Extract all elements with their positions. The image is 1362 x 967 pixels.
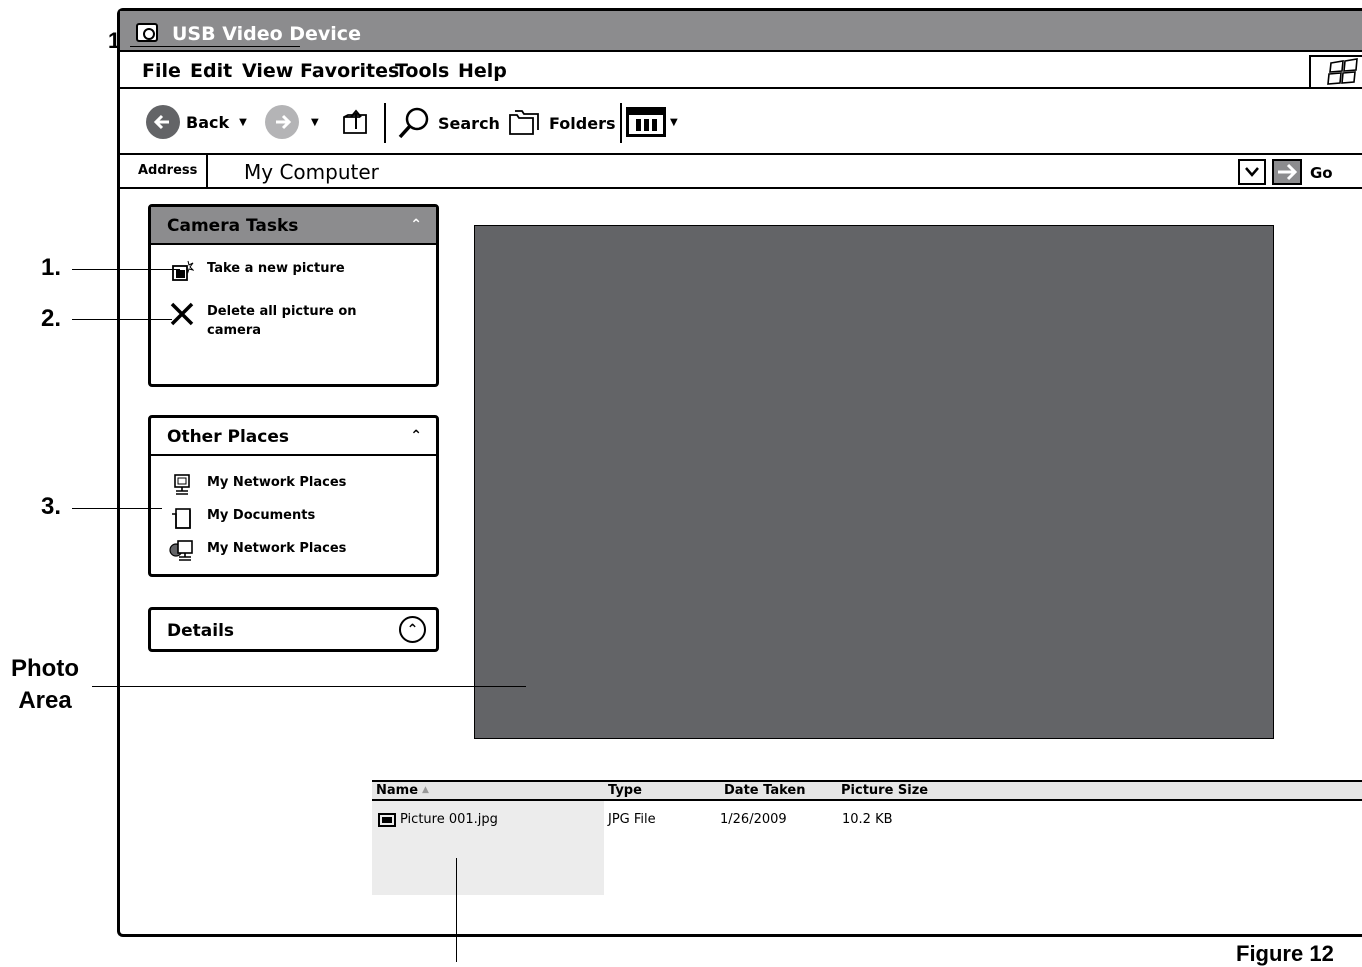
collapse-chevron-icon[interactable]: ⌃ [410, 428, 422, 444]
other-places-header[interactable]: Other Places ⌃ [151, 418, 436, 456]
search-button[interactable]: Search [396, 105, 500, 141]
other-places-panel: Other Places ⌃ My Network Places My Docu… [148, 415, 439, 577]
details-title: Details [167, 621, 235, 641]
folders-button[interactable]: Folders [507, 107, 615, 139]
go-label[interactable]: Go [1310, 164, 1333, 182]
photo-area-callout-line1: Photo [11, 655, 79, 682]
menu-help[interactable]: Help [458, 60, 507, 82]
other-place-label: My Documents [207, 508, 316, 523]
views-button[interactable]: ▼ [626, 107, 678, 137]
photo-area-callout: Photo Area [8, 653, 82, 717]
address-dropdown-button[interactable] [1238, 159, 1266, 185]
network-computer-icon [169, 473, 195, 497]
chevron-down-icon: ▼ [239, 116, 247, 128]
camera-icon [136, 23, 158, 42]
camera-tasks-panel: Camera Tasks ⌃ Take a new picture Delete… [148, 204, 439, 387]
back-label: Back [186, 112, 230, 132]
take-picture-task[interactable]: Take a new picture [169, 259, 345, 283]
camera-tasks-title: Camera Tasks [167, 216, 299, 236]
callout-line [72, 269, 180, 270]
search-label: Search [438, 113, 500, 133]
delete-x-icon [169, 302, 195, 326]
callout-1: 1. [41, 254, 62, 281]
folders-label: Folders [549, 113, 616, 133]
callout-title: 1 [108, 28, 121, 53]
sort-ascending-icon: ▲ [422, 785, 429, 795]
menu-bar: File Edit View Favorites Tools Help [120, 52, 1362, 89]
menu-file[interactable]: File [142, 60, 181, 82]
back-button[interactable]: Back ▼ [146, 105, 247, 139]
image-file-icon [378, 812, 396, 827]
chevron-down-icon: ▼ [670, 116, 678, 128]
delete-all-label: Delete all picture on camera [207, 304, 357, 338]
callout-line [130, 46, 300, 47]
file-type-cell: JPG File [608, 812, 656, 827]
menu-view[interactable]: View [242, 60, 293, 82]
column-type[interactable]: Type [608, 783, 642, 798]
chevron-down-icon [1245, 167, 1259, 177]
arrow-right-icon [1278, 163, 1298, 181]
title-bar[interactable]: USB Video Device [120, 11, 1362, 52]
callout-line [92, 686, 526, 687]
figure-label: Figure 12 [1236, 941, 1334, 966]
collapse-chevron-icon[interactable]: ⌃ [410, 217, 422, 233]
expand-chevron-icon[interactable]: ⌃ [399, 616, 426, 643]
column-date-taken[interactable]: Date Taken [724, 783, 805, 798]
up-folder-icon [343, 109, 367, 134]
delete-all-task[interactable]: Delete all picture on camera [169, 302, 367, 340]
go-button[interactable] [1272, 159, 1302, 185]
file-name-cell[interactable]: Picture 001.jpg [378, 812, 498, 827]
file-name: Picture 001.jpg [400, 812, 498, 827]
views-icon [626, 107, 666, 137]
new-picture-icon [169, 259, 195, 283]
menu-favorites[interactable]: Favorites [300, 60, 399, 82]
callout-line [72, 508, 162, 509]
column-name[interactable]: Name [376, 783, 418, 798]
toolbar-separator [620, 103, 622, 143]
forward-button[interactable]: ▼ [265, 105, 319, 139]
chevron-down-icon: ▼ [311, 116, 319, 128]
address-bar: Address My Computer Go [120, 155, 1362, 189]
other-place-label: My Network Places [207, 541, 347, 556]
up-folder-button[interactable] [340, 105, 372, 137]
toolbar-separator [384, 103, 386, 143]
documents-icon [169, 506, 195, 530]
other-place-item[interactable]: My Network Places [169, 473, 346, 497]
callout-line [456, 858, 457, 962]
windows-logo-icon [1309, 55, 1362, 87]
photo-area-callout-line2: Area [18, 687, 72, 714]
address-separator [206, 155, 208, 187]
window-title: USB Video Device [172, 23, 361, 45]
callout-line [72, 319, 172, 320]
callout-3: 3. [41, 493, 62, 520]
file-size-cell: 10.2 KB [842, 812, 893, 827]
explorer-window: USB Video Device File Edit View Favorite… [117, 8, 1362, 937]
file-date-cell: 1/26/2009 [720, 812, 787, 827]
toolbar: Back ▼ ▼ Search Folders ▼ [120, 89, 1362, 155]
other-place-item[interactable]: My Network Places [169, 539, 346, 563]
back-arrow-icon [146, 105, 180, 139]
other-place-item[interactable]: My Documents [169, 506, 315, 530]
forward-arrow-icon [265, 105, 299, 139]
camera-tasks-header[interactable]: Camera Tasks ⌃ [151, 207, 436, 245]
callout-2: 2. [41, 305, 62, 332]
search-icon [398, 107, 429, 139]
photo-area [474, 225, 1274, 739]
address-label: Address [138, 163, 198, 178]
menu-edit[interactable]: Edit [190, 60, 232, 82]
details-panel[interactable]: Details ⌃ [148, 607, 439, 652]
column-picture-size[interactable]: Picture Size [841, 783, 928, 798]
network-globe-icon [169, 539, 195, 563]
folders-icon [509, 110, 539, 135]
menu-tools[interactable]: Tools [395, 60, 449, 82]
address-field[interactable]: My Computer [244, 160, 379, 184]
other-places-title: Other Places [167, 427, 289, 447]
file-list-header: Name ▲ Type Date Taken Picture Size [372, 780, 1362, 801]
take-picture-label: Take a new picture [207, 261, 345, 276]
other-place-label: My Network Places [207, 475, 347, 490]
